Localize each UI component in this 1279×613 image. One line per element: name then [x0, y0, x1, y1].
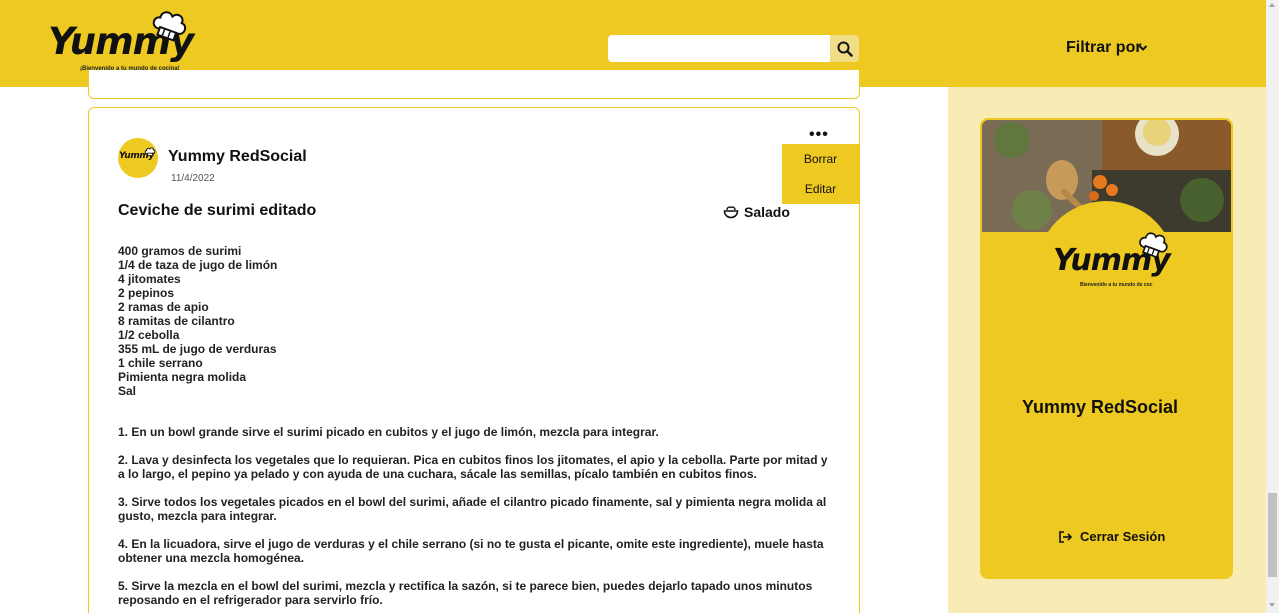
- edit-button[interactable]: Editar: [782, 174, 859, 204]
- ingredient-item: 2 ramas de apio: [118, 300, 209, 314]
- filter-dropdown[interactable]: Filtrar por: [1066, 39, 1148, 57]
- ingredient-item: 400 gramos de surimi: [118, 244, 242, 258]
- ingredient-item: 4 jitomates: [118, 272, 181, 286]
- step-item: 4. En la licuadora, sirve el jugo de ver…: [118, 537, 824, 565]
- page-scrollbar[interactable]: [1266, 0, 1279, 613]
- post-card: Yummy Yummy RedSocial 11/4/2022 ••• Borr…: [88, 107, 860, 613]
- search-bar: [608, 35, 859, 62]
- post-title: Ceviche de surimi editado: [118, 202, 317, 219]
- filter-label: Filtrar por: [1066, 39, 1142, 56]
- ingredient-item: Pimienta negra molida: [118, 370, 247, 384]
- bowl-icon: [723, 206, 739, 219]
- step-item: 1. En un bowl grande sirve el surimi pic…: [118, 425, 659, 439]
- ingredient-item: 355 mL de jugo de verduras: [118, 342, 277, 356]
- step-item: 2. Lava y desinfecta los vegetales que l…: [118, 453, 828, 481]
- profile-logo-tagline: Bienvenido a tu mundo de coc: [1080, 282, 1153, 288]
- logout-icon: [1059, 530, 1072, 543]
- ingredient-item: 2 pepinos: [118, 286, 175, 300]
- scroll-down-arrow-icon[interactable]: [1269, 603, 1275, 607]
- step-item: 5. Sirve la mezcla en el bowl del surimi…: [118, 579, 813, 607]
- logout-button[interactable]: Cerrar Sesión: [1058, 529, 1165, 544]
- logout-label: Cerrar Sesión: [1080, 529, 1166, 544]
- scrollbar-thumb[interactable]: [1268, 493, 1277, 577]
- ingredient-item: 8 ramitas de cilantro: [118, 314, 235, 328]
- chef-hat-icon: [1139, 232, 1168, 259]
- delete-button[interactable]: Borrar: [782, 144, 859, 174]
- ingredient-item: Sal: [118, 384, 137, 398]
- profile-card: Yummy Bienvenido a tu mundo de coc Yummy…: [980, 118, 1233, 579]
- ingredient-item: 1/2 cebolla: [118, 328, 180, 342]
- step-item: 3. Sirve todos los vegetales picados en …: [118, 495, 827, 523]
- ingredient-item: 1/4 de taza de jugo de limón: [118, 258, 278, 272]
- scroll-up-arrow-icon[interactable]: [1269, 3, 1275, 7]
- more-options-icon[interactable]: •••: [809, 127, 829, 143]
- category-badge: Salado: [723, 204, 790, 220]
- yummy-logo[interactable]: Yummy ¡Bienvenido a tu mundo de cocina!: [46, 6, 196, 78]
- chef-hat-icon: [144, 147, 156, 157]
- chevron-down-icon: [1138, 45, 1147, 51]
- search-icon: [837, 41, 853, 57]
- chef-hat-icon: [152, 11, 187, 42]
- search-input[interactable]: [608, 35, 830, 62]
- post-options-menu: Borrar Editar: [782, 144, 859, 204]
- category-label: Salado: [744, 204, 790, 220]
- avatar[interactable]: Yummy: [118, 138, 158, 178]
- search-button[interactable]: [830, 35, 859, 62]
- ingredient-item: 1 chile serrano: [118, 356, 203, 370]
- post-author[interactable]: Yummy RedSocial: [168, 148, 307, 166]
- steps-list: 1. En un bowl grande sirve el surimi pic…: [118, 425, 833, 613]
- profile-name: Yummy RedSocial: [1021, 397, 1179, 417]
- post-date: 11/4/2022: [171, 173, 215, 184]
- previous-post-card: [88, 70, 860, 99]
- ingredients-list: 400 gramos de surimi 1/4 de taza de jugo…: [118, 244, 277, 398]
